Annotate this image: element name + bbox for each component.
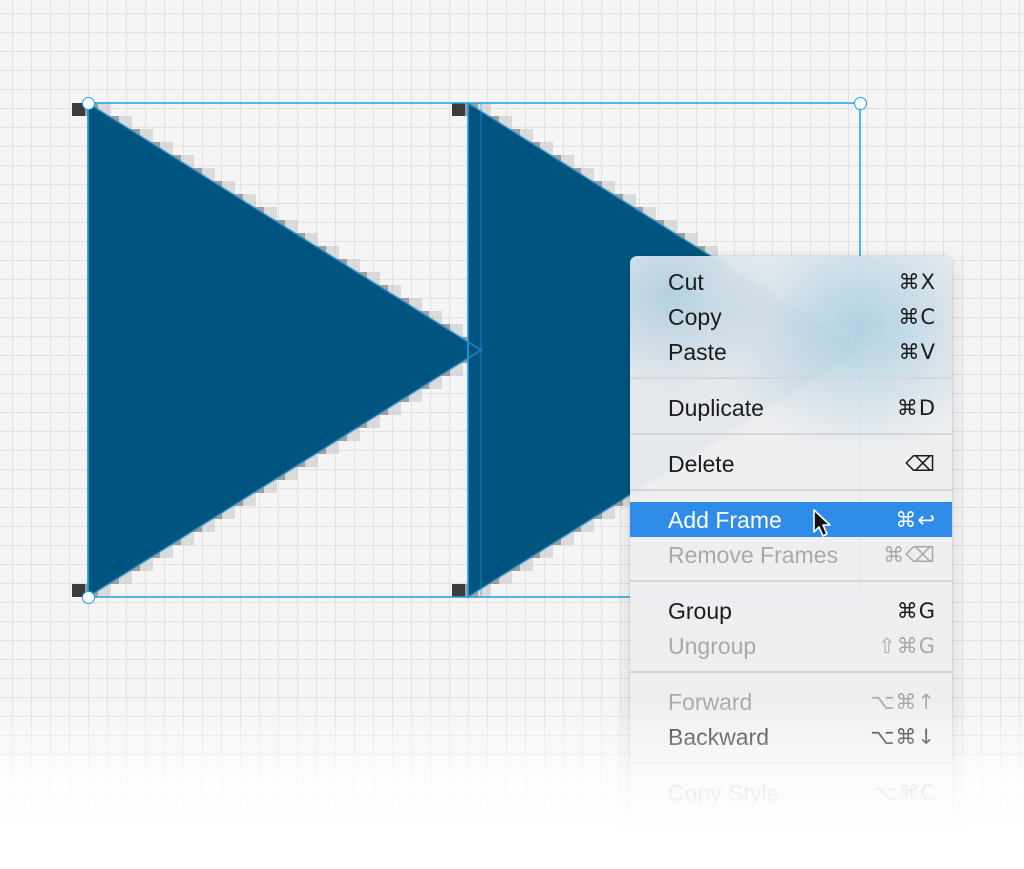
menu-item-shortcut: ⌘G: [896, 599, 936, 623]
menu-separator: [630, 489, 952, 491]
menu-item-label: Cut: [668, 269, 704, 295]
menu-separator: [630, 762, 952, 764]
menu-item-paste[interactable]: Paste ⌘V: [630, 334, 952, 369]
menu-item-ungroup[interactable]: Ungroup ⇧⌘G: [630, 628, 952, 663]
menu-item-label: Backward: [668, 724, 769, 750]
menu-item-shortcut: ⇧⌘G: [878, 634, 936, 658]
menu-item-label: Ungroup: [668, 633, 757, 659]
menu-item-duplicate[interactable]: Duplicate ⌘D: [630, 390, 952, 425]
menu-item-add-frame[interactable]: Add Frame ⌘↩: [630, 502, 952, 537]
menu-item-shortcut: ⌥⌘C: [873, 781, 936, 805]
menu-item-shortcut: ⌘↩: [895, 508, 936, 532]
menu-item-shortcut: ⌘C: [898, 305, 936, 329]
menu-item-delete[interactable]: Delete ⌫: [630, 446, 952, 481]
menu-item-group[interactable]: Group ⌘G: [630, 593, 952, 628]
menu-item-label: Add Frame: [668, 507, 782, 533]
menu-item-shortcut: ⌘⌫: [883, 543, 936, 567]
context-menu[interactable]: Cut ⌘X Copy ⌘C Paste ⌘V Duplicate ⌘D Del…: [630, 256, 952, 856]
menu-item-shortcut: ⌘X: [898, 270, 936, 294]
menu-item-backward[interactable]: Backward ⌥⌘↓: [630, 719, 952, 754]
resize-handle-bottom-left[interactable]: [82, 591, 95, 604]
mouse-pointer-icon: [813, 509, 831, 537]
delete-key-icon: ⌫: [905, 452, 936, 476]
resize-handle-top-left[interactable]: [82, 97, 95, 110]
menu-item-forward[interactable]: Forward ⌥⌘↑: [630, 684, 952, 719]
menu-separator: [630, 671, 952, 673]
menu-item-label: Paste: [668, 339, 727, 365]
menu-item-copy-style[interactable]: Copy Style ⌥⌘C: [630, 775, 952, 810]
menu-item-label: Copy Style: [668, 780, 780, 806]
pixel-step: [452, 103, 465, 116]
menu-item-shortcut: ⌥⌘↑: [870, 690, 936, 714]
menu-item-shortcut: ⌘D: [896, 396, 936, 420]
menu-separator: [630, 580, 952, 582]
menu-item-remove-frames[interactable]: Remove Frames ⌘⌫: [630, 537, 952, 572]
menu-item-shortcut: ⌘V: [898, 340, 936, 364]
menu-item-label: Group: [668, 598, 732, 624]
menu-item-shortcut: ⌥⌘↓: [870, 725, 936, 749]
menu-item-copy[interactable]: Copy ⌘C: [630, 299, 952, 334]
menu-item-label: Forward: [668, 689, 753, 715]
menu-item-label: Delete: [668, 451, 735, 477]
menu-separator: [630, 433, 952, 435]
canvas[interactable]: Cut ⌘X Copy ⌘C Paste ⌘V Duplicate ⌘D Del…: [0, 0, 1024, 869]
resize-handle-top-right[interactable]: [854, 97, 867, 110]
triangle-shape-left[interactable]: [88, 103, 481, 597]
menu-item-label: Remove Frames: [668, 542, 838, 568]
menu-separator: [630, 377, 952, 379]
menu-item-label: Duplicate: [668, 395, 764, 421]
pixel-step: [452, 584, 465, 597]
menu-item-cut[interactable]: Cut ⌘X: [630, 264, 952, 299]
menu-item-label: Copy: [668, 304, 722, 330]
